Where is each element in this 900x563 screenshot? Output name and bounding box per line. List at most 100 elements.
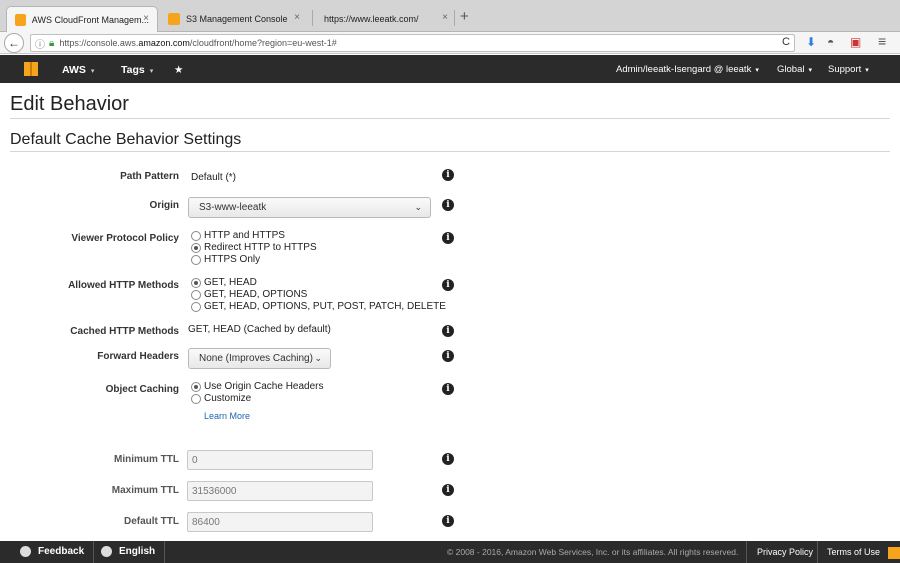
chevron-down-icon: ▾ — [149, 68, 154, 75]
divider — [10, 118, 890, 119]
radio-get-head[interactable]: GET, HEAD — [191, 277, 257, 288]
privacy-policy-link[interactable]: Privacy Policy — [757, 547, 813, 557]
copyright-text: © 2008 - 2016, Amazon Web Services, Inc.… — [447, 547, 739, 557]
viewer-protocol-label: Viewer Protocol Policy — [71, 233, 179, 244]
radio-button[interactable] — [191, 289, 201, 300]
tab-s3[interactable]: S3 Management Console × — [160, 6, 308, 32]
feedback-button[interactable]: Feedback — [20, 546, 84, 557]
radio-button[interactable] — [191, 277, 201, 288]
info-icon[interactable]: i — [442, 453, 454, 465]
aws-top-nav: AWS ▾ Tags ▾ ★ Admin/leeatk-Isengard @ lee… — [0, 55, 900, 83]
tab-title: AWS CloudFront Managem... — [31, 14, 149, 25]
tab-close-icon[interactable]: × — [442, 12, 448, 23]
browser-tab-bar: AWS CloudFront Managem... × S3 Managemen… — [0, 0, 900, 32]
radio-button[interactable] — [191, 254, 201, 265]
incognito-icon[interactable]: ◓ — [827, 35, 834, 49]
info-icon[interactable]: i — [442, 383, 454, 395]
url-toolbar: ← ⓘ 🔒︎ https://console.aws. amazon.com/cl… — [0, 32, 900, 54]
aws-favicon-icon — [15, 13, 26, 26]
info-icon[interactable]: ⓘ — [35, 36, 45, 51]
console-footer: Feedback English © 2008 - 2016, Amazon W… — [0, 541, 900, 563]
chevron-down-icon: ▾ — [755, 67, 759, 74]
info-icon[interactable]: i — [442, 199, 454, 211]
radio-button[interactable] — [191, 301, 201, 312]
new-tab-button[interactable]: + — [460, 8, 469, 25]
speech-bubble-icon — [20, 546, 31, 557]
cached-methods-label: Cached HTTP Methods — [70, 326, 179, 337]
tab-title: https://www.leeatk.com/ — [324, 14, 419, 24]
path-pattern-label: Path Pattern — [120, 171, 179, 182]
support-menu[interactable]: Support ▾ — [828, 64, 869, 75]
menu-icon[interactable]: ≡ — [878, 33, 886, 49]
extension-icon[interactable]: ▣ — [850, 35, 861, 49]
pin-icon[interactable]: ★ — [174, 64, 183, 76]
aws-favicon-icon — [168, 13, 180, 25]
divider — [746, 541, 747, 563]
radio-get-head-options[interactable]: GET, HEAD, OPTIONS — [191, 289, 307, 300]
max-ttl-input[interactable]: 31536000 — [187, 481, 373, 501]
tab-close-icon[interactable]: × — [143, 13, 149, 24]
url-prefix: https://console.aws. — [59, 38, 139, 48]
info-icon[interactable]: i — [442, 232, 454, 244]
forward-headers-label: Forward Headers — [97, 351, 179, 362]
forward-headers-select[interactable]: None (Improves Caching) ⌄ — [188, 348, 331, 369]
radio-all-methods[interactable]: GET, HEAD, OPTIONS, PUT, POST, PATCH, DE… — [191, 301, 446, 312]
aws-menu-label: AWS — [62, 64, 86, 76]
radio-https-only[interactable]: HTTPS Only — [191, 254, 260, 265]
radio-redirect-http-to-https[interactable]: Redirect HTTP to HTTPS — [191, 242, 317, 253]
chevron-down-icon: ▾ — [808, 67, 812, 74]
default-ttl-label: Default TTL — [124, 516, 179, 527]
terms-of-use-link[interactable]: Terms of Use — [827, 547, 880, 557]
tab-divider — [312, 10, 313, 26]
radio-label: GET, HEAD — [204, 277, 257, 288]
divider — [817, 541, 818, 563]
aws-feedback-corner-icon[interactable] — [888, 547, 900, 559]
tab-close-icon[interactable]: × — [294, 12, 300, 23]
radio-customize[interactable]: Customize — [191, 393, 251, 404]
aws-services-menu[interactable]: AWS ▾ — [62, 64, 94, 76]
tab-cloudfront[interactable]: AWS CloudFront Managem... × — [6, 6, 158, 32]
max-ttl-label: Maximum TTL — [111, 485, 179, 496]
url-suffix: /cloudfront/home?region=eu-west-1# — [189, 38, 337, 48]
reload-icon[interactable]: C — [782, 36, 790, 48]
origin-select[interactable]: S3-www-leeatk ⌄ — [188, 197, 431, 218]
radio-label: Use Origin Cache Headers — [204, 381, 324, 392]
info-icon[interactable]: i — [442, 350, 454, 362]
info-icon[interactable]: i — [442, 484, 454, 496]
tab-leeatk[interactable]: https://www.leeatk.com/ × — [316, 6, 456, 32]
tags-menu[interactable]: Tags ▾ — [121, 64, 153, 76]
radio-button[interactable] — [191, 381, 201, 392]
aws-logo-icon[interactable] — [24, 62, 38, 76]
language-button[interactable]: English — [101, 546, 155, 557]
lock-icon: 🔒︎ — [49, 37, 55, 49]
forward-headers-value: None (Improves Caching) — [199, 353, 313, 364]
object-caching-label: Object Caching — [105, 384, 179, 395]
back-button[interactable]: ← — [4, 33, 24, 53]
min-ttl-input[interactable]: 0 — [187, 450, 373, 470]
radio-label: GET, HEAD, OPTIONS, PUT, POST, PATCH, DE… — [204, 301, 446, 312]
learn-more-link[interactable]: Learn More — [204, 411, 250, 421]
radio-use-origin-cache-headers[interactable]: Use Origin Cache Headers — [191, 381, 324, 392]
divider — [10, 151, 890, 152]
radio-http-and-https[interactable]: HTTP and HTTPS — [191, 230, 285, 241]
region-menu[interactable]: Global ▾ — [777, 64, 812, 75]
allowed-methods-label: Allowed HTTP Methods — [68, 280, 179, 291]
radio-button[interactable] — [191, 230, 201, 241]
radio-button[interactable] — [191, 393, 201, 404]
info-icon[interactable]: i — [442, 325, 454, 337]
account-menu[interactable]: Admin/leeatk-Isengard @ leeatk ▾ — [616, 64, 759, 75]
cached-methods-value: GET, HEAD (Cached by default) — [188, 324, 331, 335]
address-bar[interactable]: ⓘ 🔒︎ https://console.aws. amazon.com/clou… — [30, 34, 795, 52]
info-icon[interactable]: i — [442, 279, 454, 291]
account-label: Admin/leeatk-Isengard @ leeatk — [616, 64, 752, 75]
download-icon[interactable]: ⬇ — [806, 35, 816, 49]
default-ttl-input[interactable]: 86400 — [187, 512, 373, 532]
info-icon[interactable]: i — [442, 169, 454, 181]
radio-button[interactable] — [191, 242, 201, 253]
language-label: English — [119, 546, 156, 557]
chevron-down-icon: ⌄ — [314, 353, 322, 363]
radio-label: HTTPS Only — [204, 254, 261, 265]
region-label: Global — [777, 64, 805, 75]
info-icon[interactable]: i — [442, 515, 454, 527]
radio-label: Customize — [204, 393, 252, 404]
